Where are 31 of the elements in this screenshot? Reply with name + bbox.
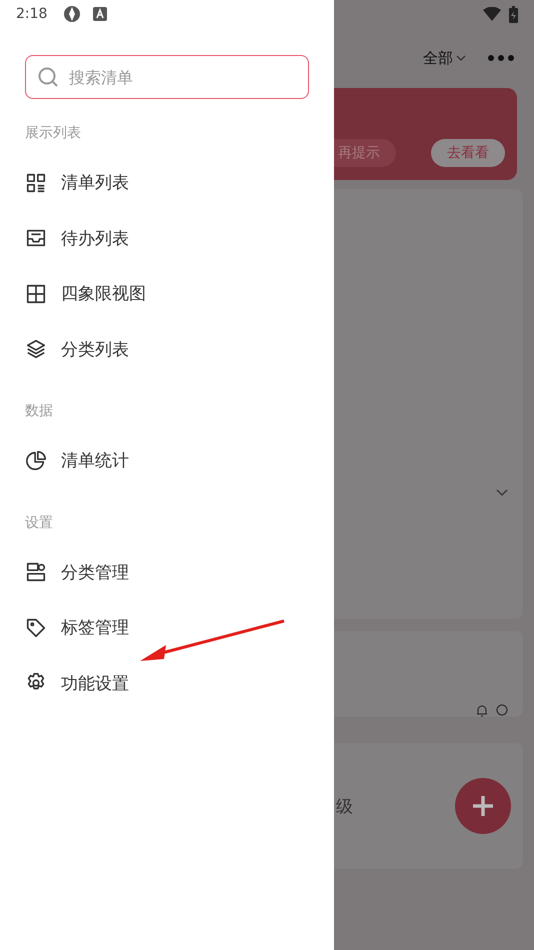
search-field[interactable]: 搜索清单 [25, 55, 309, 99]
menu-item[interactable]: 功能设置 [0, 656, 334, 711]
status-time: 2:18 [16, 6, 48, 22]
menu-item[interactable]: 待办列表 [0, 210, 334, 266]
search-icon [37, 66, 59, 88]
battery-icon [509, 6, 518, 22]
category-card-icon [25, 561, 47, 584]
circle-icon [496, 704, 508, 716]
pie-chart-icon [25, 450, 47, 472]
chevron-icon[interactable] [496, 489, 508, 497]
section-title: 展示列表 [24, 124, 81, 143]
menu-item[interactable]: 分类管理 [0, 544, 334, 600]
menu-item[interactable]: 清单统计 [0, 433, 334, 488]
quadrant-icon [25, 282, 47, 305]
section-title: 设置 [24, 514, 53, 532]
grid-list-icon [25, 172, 47, 194]
wifi-icon [483, 7, 501, 21]
filter-dropdown[interactable]: 全部 [423, 48, 466, 68]
menu-item[interactable]: 清单列表 [0, 155, 334, 210]
bell-icon [476, 704, 488, 717]
keyboard-icon [93, 7, 108, 21]
section-title: 数据 [24, 402, 53, 421]
tag-icon [25, 616, 47, 639]
menu-item[interactable]: 分类列表 [0, 322, 334, 377]
more-icon[interactable] [488, 55, 514, 61]
menu-item[interactable]: 四象限视图 [0, 266, 334, 322]
chevron-icon [456, 54, 466, 62]
plus-icon [472, 795, 494, 817]
card-text: 级 [335, 796, 353, 818]
layers-icon [25, 338, 47, 360]
menu-item[interactable]: 标签管理 [0, 600, 334, 656]
